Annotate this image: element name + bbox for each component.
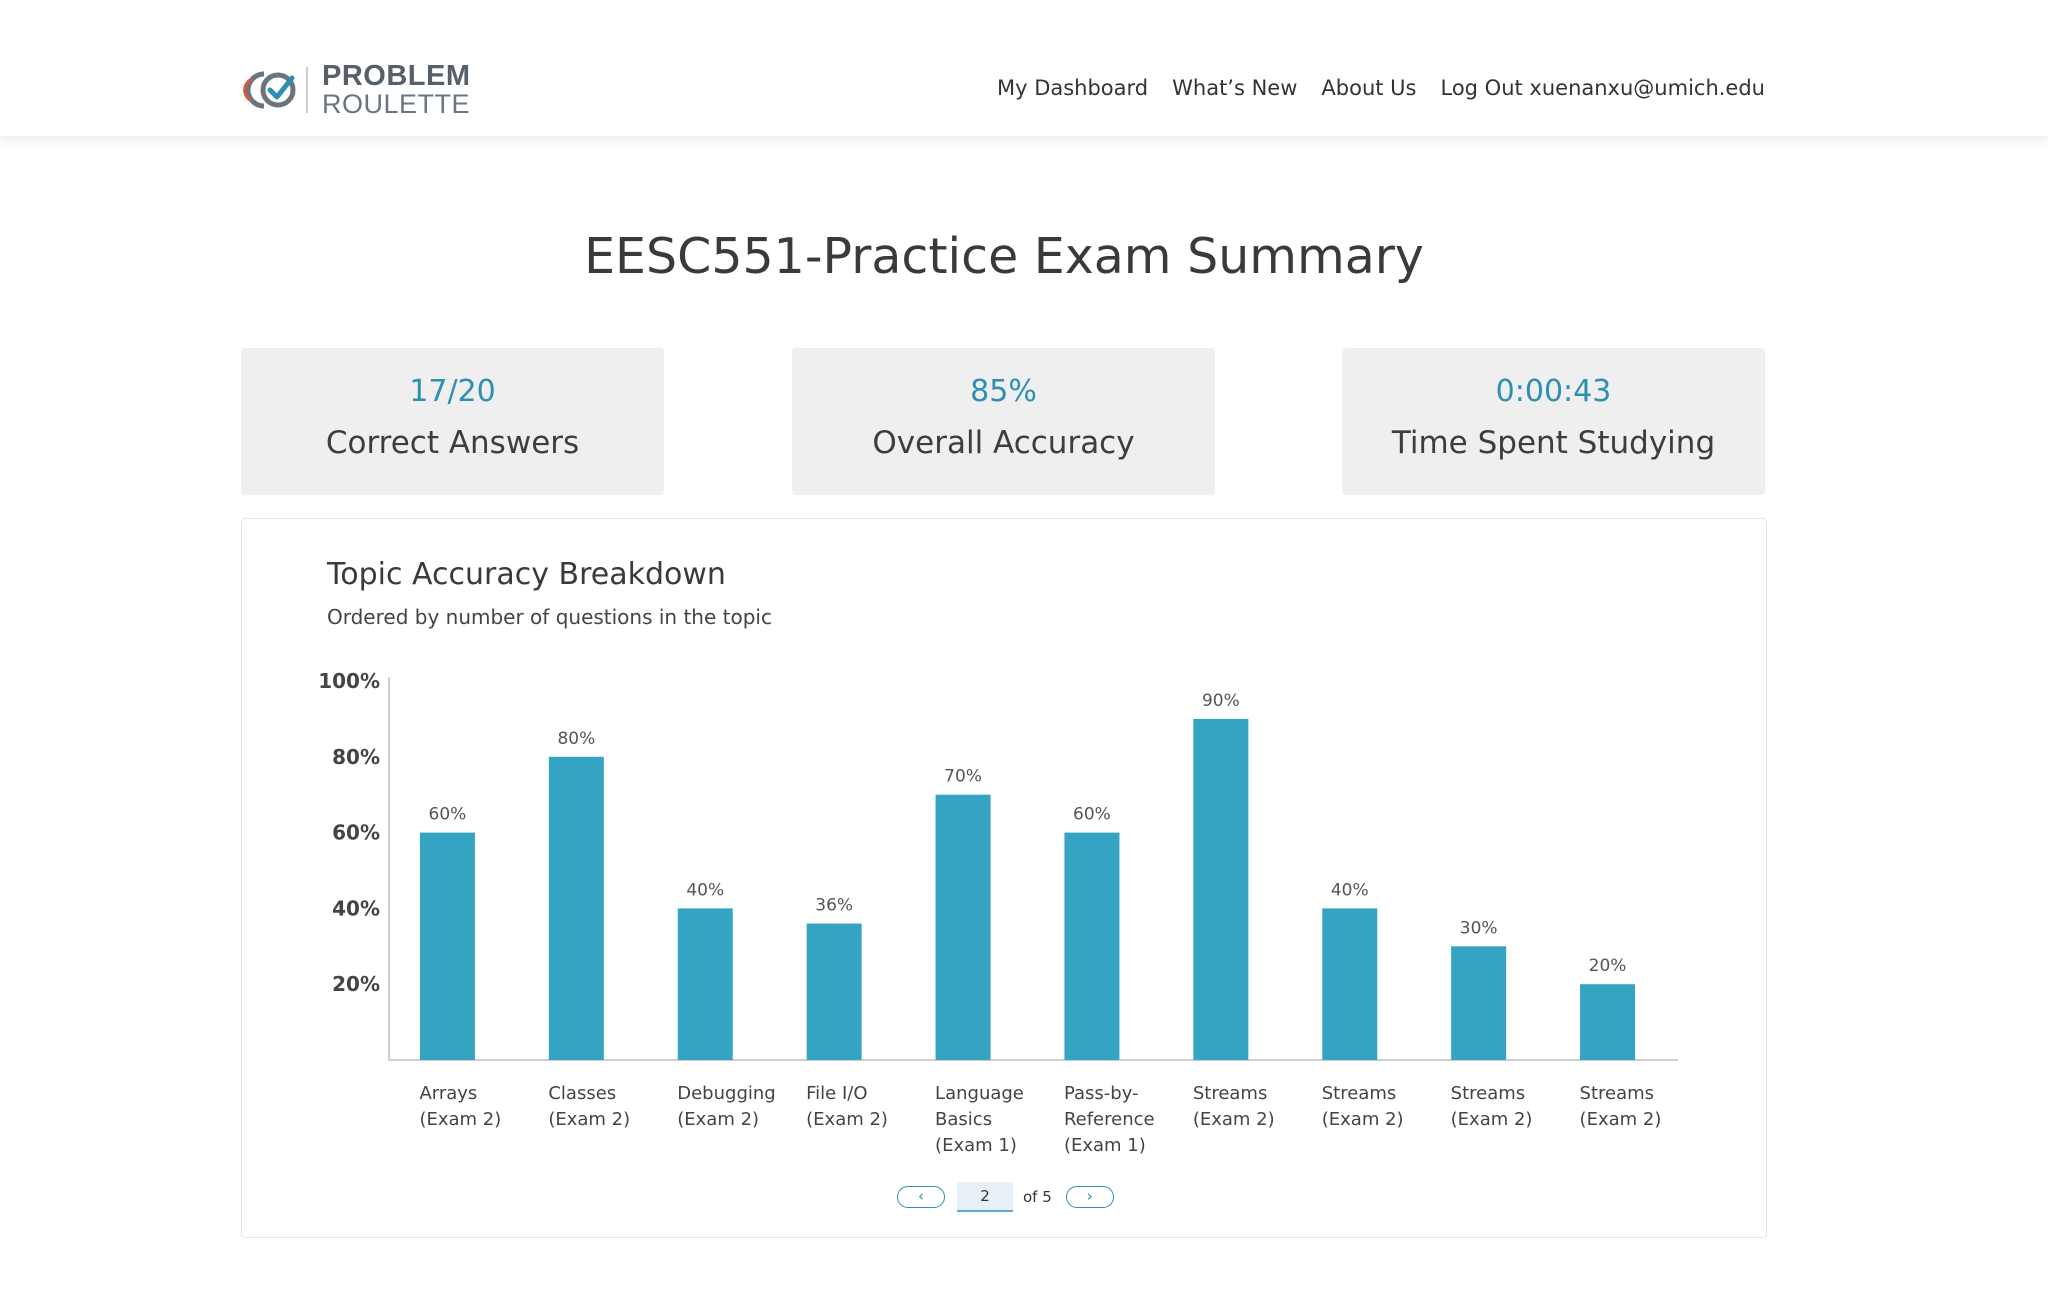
x-tick-label-line: Streams bbox=[1580, 1083, 1655, 1104]
page-number-input[interactable] bbox=[957, 1182, 1013, 1212]
logo-divider bbox=[306, 67, 308, 113]
y-tick-label: 20% bbox=[332, 972, 380, 996]
x-tick-label: Streams (Exam 2) bbox=[1322, 1083, 1404, 1130]
bar bbox=[935, 794, 991, 1060]
bar bbox=[419, 832, 475, 1060]
x-tick-label-line: (Exam 1) bbox=[1064, 1135, 1146, 1156]
bar bbox=[806, 923, 862, 1060]
bar-value-label: 20% bbox=[1589, 956, 1627, 976]
bar-value-label: 80% bbox=[557, 729, 595, 749]
roulette-logo-icon bbox=[243, 71, 296, 109]
bar-value-label: 40% bbox=[1331, 880, 1369, 900]
x-tick-label-line: Streams bbox=[1322, 1083, 1397, 1104]
bar-value-label: 40% bbox=[686, 880, 724, 900]
bar bbox=[1064, 832, 1120, 1060]
x-tick-label: Streams (Exam 2) bbox=[1451, 1083, 1533, 1130]
bar bbox=[677, 908, 733, 1060]
x-tick-label: Debugging (Exam 2) bbox=[677, 1083, 775, 1130]
page-title: EESC551-Practice Exam Summary bbox=[584, 228, 1424, 285]
stat-value: 0:00:43 bbox=[1495, 374, 1612, 409]
bar bbox=[1451, 946, 1507, 1060]
x-tick-label-line: (Exam 1) bbox=[935, 1135, 1017, 1156]
x-tick-label-line: Streams bbox=[1451, 1083, 1526, 1104]
x-tick-label-line: (Exam 2) bbox=[677, 1109, 759, 1130]
stat-label: Time Spent Studying bbox=[1391, 425, 1716, 461]
stat-value: 17/20 bbox=[409, 374, 496, 409]
x-tick-label: Pass-by- Reference (Exam 1) bbox=[1064, 1083, 1155, 1156]
y-tick-label: 60% bbox=[332, 821, 380, 845]
x-tick-label-line: File I/O bbox=[806, 1083, 867, 1104]
x-tick-label-line: (Exam 2) bbox=[548, 1109, 630, 1130]
x-tick-label-line: Language bbox=[935, 1083, 1024, 1104]
previous-page-button[interactable]: ‹ bbox=[897, 1186, 945, 1208]
bar-value-label: 30% bbox=[1460, 918, 1498, 938]
x-tick-label-line: (Exam 2) bbox=[1322, 1109, 1404, 1130]
x-tick-label-line: Classes bbox=[548, 1083, 616, 1104]
x-tick-label-line: (Exam 2) bbox=[1580, 1109, 1662, 1130]
y-tick-label: 100% bbox=[318, 669, 380, 693]
next-page-button[interactable]: › bbox=[1065, 1186, 1114, 1208]
bar bbox=[1322, 908, 1378, 1060]
bar-value-label: 70% bbox=[944, 767, 982, 787]
x-tick-label-line: (Exam 2) bbox=[806, 1109, 888, 1130]
x-tick-label-line: (Exam 2) bbox=[419, 1109, 501, 1130]
bar-value-label: 90% bbox=[1202, 691, 1240, 711]
bar bbox=[548, 756, 604, 1060]
stat-value: 85% bbox=[970, 374, 1037, 409]
stat-card-overall-accuracy: 85% Overall Accuracy bbox=[792, 348, 1215, 495]
stat-label: Overall Accuracy bbox=[872, 425, 1135, 461]
x-tick-label: Language Basics (Exam 1) bbox=[935, 1083, 1024, 1156]
nav-log-out[interactable]: Log Out xuenanxu@umich.edu bbox=[1440, 76, 1765, 100]
top-navigation-bar: PROBLEM ROULETTE My Dashboard What’s New… bbox=[0, 0, 2048, 136]
x-tick-label-line: (Exam 2) bbox=[1451, 1109, 1533, 1130]
x-tick-label-line: Reference bbox=[1064, 1109, 1155, 1130]
x-tick-label-line: Debugging bbox=[677, 1083, 775, 1104]
main-nav: My Dashboard What’s New About Us Log Out… bbox=[997, 76, 1765, 100]
topic-accuracy-bar-chart: 20% 40% 60% 80% 100% 60% Arrays (Exam 2) 80% Clas… bbox=[318, 669, 1678, 1156]
x-tick-label: Arrays (Exam 2) bbox=[419, 1083, 501, 1130]
stat-card-correct-answers: 17/20 Correct Answers bbox=[241, 348, 664, 495]
x-tick-label-line: (Exam 2) bbox=[1193, 1109, 1275, 1130]
bar bbox=[1193, 718, 1249, 1060]
bar bbox=[1580, 984, 1636, 1060]
x-tick-label: Streams (Exam 2) bbox=[1193, 1083, 1275, 1130]
brand-logo[interactable]: PROBLEM ROULETTE bbox=[240, 62, 471, 118]
brand-line-2: ROULETTE bbox=[322, 89, 471, 119]
stat-card-time-spent: 0:00:43 Time Spent Studying bbox=[1342, 348, 1765, 495]
chart-pager: ‹ of 5 › bbox=[897, 1182, 1114, 1212]
x-tick-label: Streams (Exam 2) bbox=[1580, 1083, 1662, 1130]
nav-about-us[interactable]: About Us bbox=[1321, 76, 1416, 100]
nav-whats-new[interactable]: What’s New bbox=[1172, 76, 1297, 100]
brand-wordmark: PROBLEM ROULETTE bbox=[322, 62, 471, 118]
bar-value-label: 36% bbox=[815, 896, 853, 916]
x-tick-label-line: Basics bbox=[935, 1109, 992, 1130]
brand-line-1: PROBLEM bbox=[322, 60, 471, 92]
x-tick-label-line: Streams bbox=[1193, 1083, 1268, 1104]
y-tick-label: 80% bbox=[332, 745, 380, 769]
x-tick-label: Classes (Exam 2) bbox=[548, 1083, 630, 1130]
x-tick-label: File I/O (Exam 2) bbox=[806, 1083, 888, 1130]
bar-value-label: 60% bbox=[1073, 805, 1111, 825]
nav-my-dashboard[interactable]: My Dashboard bbox=[997, 76, 1148, 100]
topic-accuracy-card: Topic Accuracy Breakdown Ordered by numb… bbox=[241, 518, 1767, 1238]
x-tick-label-line: Pass-by- bbox=[1064, 1083, 1139, 1104]
page-count-label: of 5 bbox=[1023, 1188, 1052, 1206]
y-tick-label: 40% bbox=[332, 896, 380, 920]
x-tick-label-line: Arrays bbox=[419, 1083, 477, 1104]
stat-label: Correct Answers bbox=[325, 425, 580, 461]
bar-value-label: 60% bbox=[429, 805, 467, 825]
